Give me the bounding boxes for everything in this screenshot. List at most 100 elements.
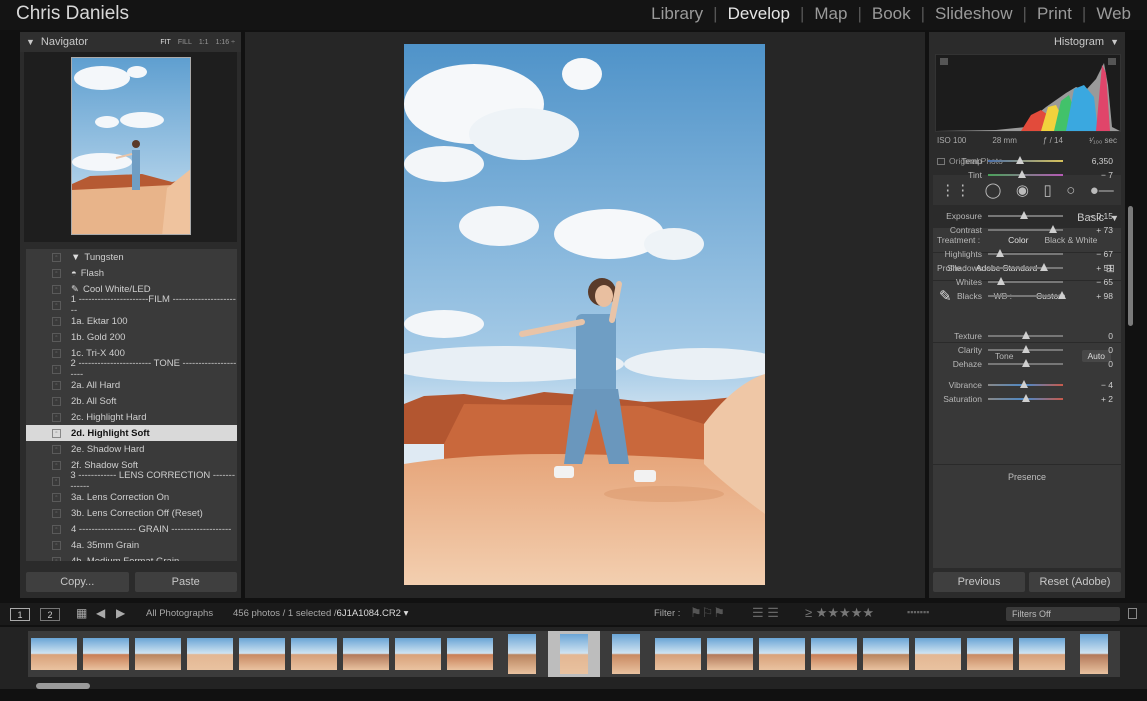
reset-button[interactable]: Reset (Adobe) [1029,572,1121,592]
edit-filter-icon[interactable]: ☰ ☰ [752,605,779,621]
filmstrip-thumbnail[interactable] [912,631,964,677]
slider-track[interactable] [988,249,1063,257]
slider-value[interactable]: + 73 [1063,225,1113,235]
slider-value[interactable]: − 4 [1063,380,1113,390]
slider-knob[interactable] [1020,380,1028,388]
photo-count[interactable]: 456 photos / 1 selected /6J1A1084.CR2 ▾ [233,608,408,619]
filmstrip-thumbnail[interactable] [132,631,184,677]
module-map[interactable]: Map [804,4,857,24]
zoom-option[interactable]: FILL [178,39,192,46]
slider-knob[interactable] [996,277,1005,285]
slider-knob[interactable] [1020,211,1028,219]
slider-knob[interactable] [1040,263,1049,271]
slider-knob[interactable] [1021,331,1030,339]
slider-value[interactable]: − 67 [1063,249,1113,259]
slider-track[interactable] [988,277,1063,285]
filmstrip-thumbnail[interactable] [600,631,652,677]
preset-item[interactable]: ▫ 3a. Lens Correction On [26,489,237,505]
preset-item[interactable]: ▫ 3 ------------ LENS CORRECTION --------… [26,470,237,492]
preset-item[interactable]: ▫ ▼ Tungsten [26,249,237,265]
slider-knob[interactable] [1021,345,1030,353]
slider-value[interactable]: 0 [1063,359,1113,369]
slider-knob[interactable] [1015,156,1024,164]
preset-item[interactable]: ▫ 1 ----------------------FILM ----------… [26,294,237,316]
source-label[interactable]: All Photographs [146,608,213,619]
copy-button[interactable]: Copy... [26,572,129,592]
right-panel-scrollbar[interactable] [1128,206,1133,326]
back-arrow-icon[interactable]: ◀ [96,606,105,620]
red-eye-icon[interactable]: ◉ [1016,181,1029,199]
filmstrip-thumbnail[interactable] [652,631,704,677]
preset-item[interactable]: ▫ 4a. 35mm Grain [26,537,237,553]
filmstrip-thumbnail[interactable] [808,631,860,677]
filmstrip-thumbnail[interactable] [340,631,392,677]
star-filter-icon[interactable]: ≥ ★★★★★ [805,605,874,621]
slider-track[interactable] [988,156,1063,164]
previous-button[interactable]: Previous [933,572,1025,592]
slider-value[interactable]: 0 [1063,345,1113,355]
histogram-header[interactable]: Histogram ▼ [929,32,1125,52]
preset-item[interactable]: ▫ 2e. Shadow Hard [26,441,237,457]
slider-knob[interactable] [1022,394,1031,402]
module-web[interactable]: Web [1086,4,1141,24]
zoom-option[interactable]: FIT [160,39,171,46]
filters-off-select[interactable]: Filters Off [1006,607,1120,621]
module-develop[interactable]: Develop [718,4,800,24]
filmstrip-thumbnail[interactable] [704,631,756,677]
slider-value[interactable]: 0 [1063,331,1113,341]
preset-item[interactable]: ▫ 2c. Highlight Hard [26,409,237,425]
slider-value[interactable]: 6,350 [1063,156,1113,166]
filmstrip-thumbnail[interactable] [860,631,912,677]
slider-track[interactable] [988,170,1063,178]
primary-display-button[interactable]: 1 [10,608,30,621]
preset-item[interactable]: ▫ 1b. Gold 200 [26,329,237,345]
filmstrip-thumbnail[interactable] [236,631,288,677]
preset-item[interactable]: ▫ 1a. Ektar 100 [26,313,237,329]
slider-value[interactable]: − 0.15 [1063,211,1113,221]
slider-track[interactable] [988,359,1063,367]
module-print[interactable]: Print [1027,4,1082,24]
zoom-option[interactable]: 1:16 ÷ [216,39,235,46]
preset-item[interactable]: ▫ 4b. Medium Format Grain [26,553,237,561]
filmstrip-thumbnail[interactable] [80,631,132,677]
filmstrip-thumbnail[interactable] [444,631,496,677]
preset-item[interactable]: ▫ 4 ------------------ GRAIN ------------… [26,521,237,537]
slider-track[interactable] [988,211,1063,219]
graduated-filter-icon[interactable]: ▯ [1043,181,1051,199]
crop-overlay-icon[interactable]: ⋮⋮ [940,181,970,199]
slider-track[interactable] [988,394,1063,402]
slider-value[interactable]: + 98 [1063,291,1113,301]
flag-filter-icon[interactable]: ⚑⚐⚑ [690,605,725,621]
secondary-display-button[interactable]: 2 [40,608,60,621]
color-filter-icon[interactable]: ▪▪▪▪▪▪▪ [907,607,929,617]
paste-button[interactable]: Paste [134,572,237,592]
module-slideshow[interactable]: Slideshow [925,4,1023,24]
slider-track[interactable] [988,263,1063,271]
filmstrip-thumbnail[interactable] [1068,631,1120,677]
module-book[interactable]: Book [862,4,921,24]
preset-item[interactable]: ▫ 2b. All Soft [26,393,237,409]
slider-value[interactable]: − 65 [1063,277,1113,287]
filmstrip-scrollbar[interactable] [36,683,90,689]
preset-item[interactable]: ▫ ◓ Flash [26,265,237,281]
slider-value[interactable]: − 7 [1063,170,1113,180]
module-library[interactable]: Library [641,4,713,24]
preset-item[interactable]: ▫ 2d. Highlight Soft [26,425,237,441]
collapse-triangle-icon[interactable]: ▼ [1110,37,1119,47]
slider-knob[interactable] [996,249,1004,257]
filmstrip-thumbnail[interactable] [28,631,80,677]
slider-value[interactable]: + 51 [1063,263,1113,273]
main-photo[interactable] [404,44,765,585]
navigator-header[interactable]: ▼ Navigator FIT FILL 1:1 1:16 ÷ [20,32,241,52]
navigator-preview[interactable] [24,52,237,242]
forward-arrow-icon[interactable]: ▶ [116,606,125,620]
filmstrip-thumbnail[interactable] [184,631,236,677]
filmstrip-thumbnail[interactable] [392,631,444,677]
filename[interactable]: 6J1A1084.CR2 ▾ [337,608,409,619]
filmstrip-thumbnail[interactable] [288,631,340,677]
filmstrip-thumbnail[interactable] [756,631,808,677]
preset-item[interactable]: ▫ 2 ----------------------- TONE --------… [26,358,237,380]
radial-filter-icon[interactable]: ○ [1066,182,1075,199]
adjustment-brush-icon[interactable]: ●— [1090,182,1114,199]
filmstrip-thumbnail[interactable] [1016,631,1068,677]
